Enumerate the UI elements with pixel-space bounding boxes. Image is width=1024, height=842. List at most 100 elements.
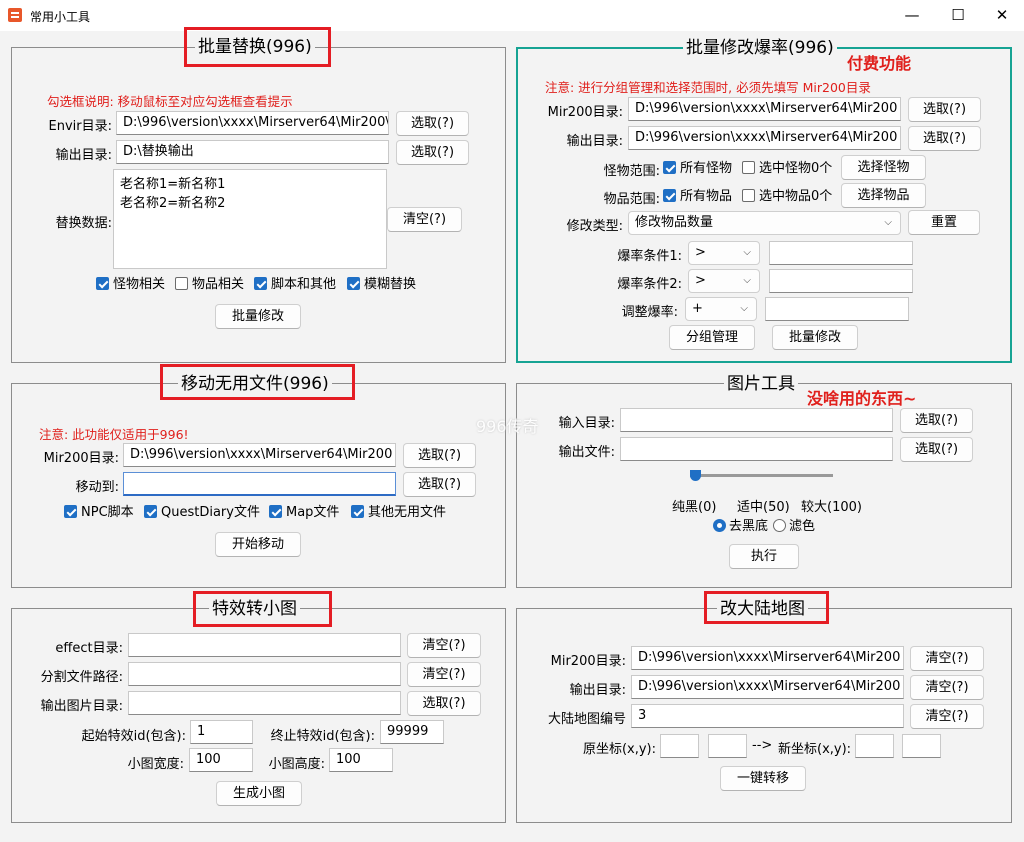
move-to-label: 移动到: bbox=[75, 480, 119, 495]
replace-clear-button[interactable]: 清空(?) bbox=[387, 207, 462, 232]
envir-select-button[interactable]: 选取(?) bbox=[396, 111, 469, 136]
check-label: 所有怪物 bbox=[680, 161, 733, 176]
paid-feature-label: 付费功能 bbox=[847, 54, 912, 73]
checkbox-icon[interactable] bbox=[742, 189, 755, 202]
minimize-button[interactable]: — bbox=[889, 0, 935, 31]
mf-mir-input[interactable]: D:\996\version\xxxx\Mirserver64\Mir200 bbox=[123, 443, 396, 467]
dr-mir-select-button[interactable]: 选取(?) bbox=[908, 97, 981, 122]
it-in-label: 输入目录: bbox=[558, 416, 615, 431]
radio-icon[interactable] bbox=[773, 519, 786, 532]
checkbox-icon[interactable] bbox=[144, 505, 157, 518]
dr-out-select-button[interactable]: 选取(?) bbox=[908, 126, 981, 151]
drop-rate-title: 批量修改爆率(996) bbox=[683, 37, 837, 59]
map-id-clear-button[interactable]: 清空(?) bbox=[910, 704, 984, 729]
maximize-button[interactable]: ☐ bbox=[935, 0, 981, 31]
it-out-input[interactable] bbox=[620, 437, 893, 461]
choose-monster-button[interactable]: 选择怪物 bbox=[841, 155, 926, 180]
execute-button[interactable]: 执行 bbox=[729, 544, 799, 569]
map-mir-clear-button[interactable]: 清空(?) bbox=[910, 646, 984, 671]
checkbox-icon[interactable] bbox=[742, 161, 755, 174]
thumb-width-input[interactable]: 100 bbox=[189, 748, 253, 772]
split-clear-button[interactable]: 清空(?) bbox=[407, 662, 481, 687]
move-files-note: 注意: 此功能仅适用于996! bbox=[39, 427, 189, 442]
it-out-select-button[interactable]: 选取(?) bbox=[900, 437, 973, 462]
output-image-select-button[interactable]: 选取(?) bbox=[407, 691, 481, 716]
checkbox-icon[interactable] bbox=[663, 161, 676, 174]
check-all-monsters[interactable]: 所有怪物 bbox=[663, 161, 732, 177]
select-value: > bbox=[695, 273, 706, 288]
check-all-items[interactable]: 所有物品 bbox=[663, 189, 732, 205]
start-id-input[interactable]: 1 bbox=[190, 720, 253, 744]
check-npc-script[interactable]: NPC脚本 bbox=[64, 505, 134, 521]
checkbox-icon[interactable] bbox=[254, 277, 267, 290]
it-in-input[interactable] bbox=[620, 408, 893, 432]
batch-replace-run-button[interactable]: 批量修改 bbox=[215, 304, 301, 329]
cond2-op-select[interactable]: > ⌵ bbox=[688, 269, 760, 293]
replace-data-textarea[interactable]: 老名称1=新名称1 老名称2=新名称2 bbox=[113, 169, 387, 269]
radio-icon[interactable] bbox=[713, 519, 726, 532]
orig-x-input[interactable] bbox=[660, 734, 699, 758]
check-map[interactable]: Map文件 bbox=[269, 505, 339, 521]
effect-dir-input[interactable] bbox=[128, 633, 401, 657]
group-manage-button[interactable]: 分组管理 bbox=[669, 325, 755, 350]
output-select-button[interactable]: 选取(?) bbox=[396, 140, 469, 165]
generate-thumb-button[interactable]: 生成小图 bbox=[216, 781, 302, 806]
check-item[interactable]: 物品相关 bbox=[175, 277, 244, 293]
checkbox-icon[interactable] bbox=[347, 277, 360, 290]
new-y-input[interactable] bbox=[902, 734, 941, 758]
check-fuzzy[interactable]: 模糊替换 bbox=[347, 277, 416, 293]
map-out-input[interactable]: D:\996\version\xxxx\Mirserver64\Mir200 bbox=[631, 675, 904, 699]
checkbox-icon[interactable] bbox=[96, 277, 109, 290]
slider-thumb[interactable] bbox=[690, 470, 701, 481]
close-button[interactable]: ✕ bbox=[979, 0, 1024, 31]
check-selected-items[interactable]: 选中物品0个 bbox=[742, 189, 832, 205]
envir-input[interactable]: D:\996\version\xxxx\Mirserver64\Mir200\E… bbox=[116, 111, 389, 135]
one-click-transfer-button[interactable]: 一键转移 bbox=[720, 766, 806, 791]
dr-mir-input[interactable]: D:\996\version\xxxx\Mirserver64\Mir200 bbox=[628, 97, 901, 121]
start-move-button[interactable]: 开始移动 bbox=[215, 532, 301, 557]
cond2-input[interactable] bbox=[769, 269, 913, 293]
checkbox-icon[interactable] bbox=[64, 505, 77, 518]
threshold-slider[interactable] bbox=[690, 474, 833, 477]
modify-type-select[interactable]: 修改物品数量 ⌵ bbox=[628, 211, 901, 235]
reset-button[interactable]: 重置 bbox=[908, 210, 980, 235]
orig-y-input[interactable] bbox=[708, 734, 747, 758]
new-x-input[interactable] bbox=[855, 734, 894, 758]
adjust-op-select[interactable]: + ⌵ bbox=[685, 297, 757, 321]
cond1-op-select[interactable]: > ⌵ bbox=[688, 241, 760, 265]
chevron-down-icon: ⌵ bbox=[743, 275, 751, 286]
move-to-input[interactable] bbox=[123, 472, 396, 496]
cond1-input[interactable] bbox=[769, 241, 913, 265]
map-mir-input[interactable]: D:\996\version\xxxx\Mirserver64\Mir200 bbox=[631, 646, 904, 670]
output-image-dir-input[interactable] bbox=[128, 691, 401, 715]
map-out-clear-button[interactable]: 清空(?) bbox=[910, 675, 984, 700]
check-label: 其他无用文件 bbox=[368, 505, 447, 520]
end-id-input[interactable]: 99999 bbox=[380, 720, 444, 744]
checkbox-icon[interactable] bbox=[663, 189, 676, 202]
radio-filter[interactable]: 滤色 bbox=[773, 519, 815, 535]
it-in-select-button[interactable]: 选取(?) bbox=[900, 408, 973, 433]
drop-rate-run-button[interactable]: 批量修改 bbox=[772, 325, 858, 350]
checkbox-icon[interactable] bbox=[269, 505, 282, 518]
checkbox-icon[interactable] bbox=[351, 505, 364, 518]
output-input[interactable]: D:\替换输出 bbox=[116, 140, 389, 164]
radio-remove-black[interactable]: 去黑底 bbox=[713, 519, 768, 535]
choose-item-button[interactable]: 选择物品 bbox=[841, 183, 926, 208]
watermark: 996传奇 bbox=[476, 417, 539, 436]
dr-mir-label: Mir200目录: bbox=[547, 105, 623, 120]
thumb-height-input[interactable]: 100 bbox=[329, 748, 393, 772]
check-other[interactable]: 其他无用文件 bbox=[351, 505, 446, 521]
move-to-select-button[interactable]: 选取(?) bbox=[403, 472, 476, 497]
map-out-label: 输出目录: bbox=[569, 683, 626, 698]
check-questdiary[interactable]: QuestDiary文件 bbox=[144, 505, 260, 521]
checkbox-icon[interactable] bbox=[175, 277, 188, 290]
check-script[interactable]: 脚本和其他 bbox=[254, 277, 336, 293]
dr-out-input[interactable]: D:\996\version\xxxx\Mirserver64\Mir200 bbox=[628, 126, 901, 150]
split-path-input[interactable] bbox=[128, 662, 401, 686]
check-monster[interactable]: 怪物相关 bbox=[96, 277, 165, 293]
effect-clear-button[interactable]: 清空(?) bbox=[407, 633, 481, 658]
mf-mir-select-button[interactable]: 选取(?) bbox=[403, 443, 476, 468]
check-selected-monsters[interactable]: 选中怪物0个 bbox=[742, 161, 832, 177]
map-id-input[interactable]: 3 bbox=[631, 704, 904, 728]
adjust-input[interactable] bbox=[765, 297, 909, 321]
